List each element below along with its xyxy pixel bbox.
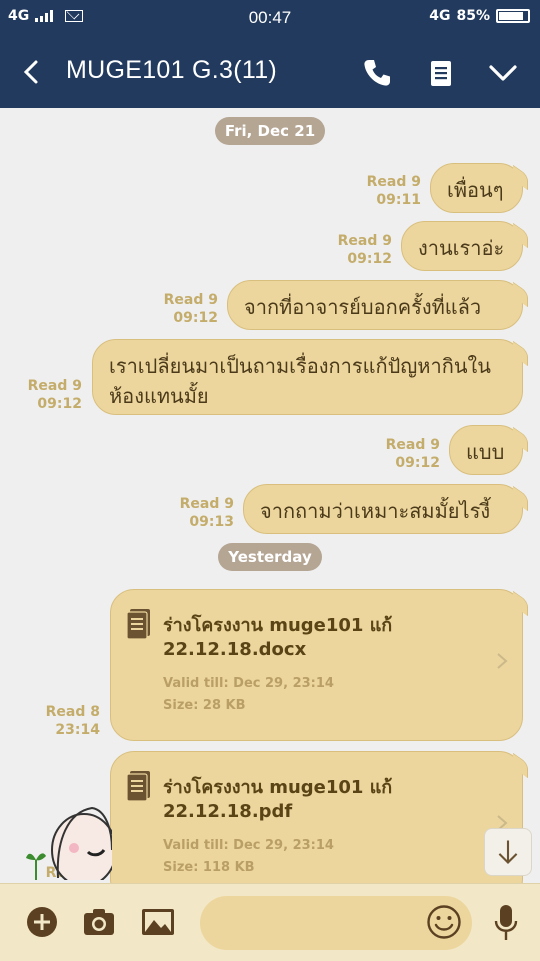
status-right: 4G 85% [429, 8, 530, 24]
message-bubble[interactable]: แบบ [449, 425, 523, 475]
message-time: 09:11 [376, 192, 421, 208]
arrow-down-icon [498, 840, 518, 865]
read-count: Read 9 [385, 437, 440, 453]
file-message[interactable]: ร่างโครงงาน muge101 แก้ 22.12.18.pdf Val… [110, 751, 523, 903]
message-text: จากถามว่าเหมาะสมมั้ยไรงี้ [260, 499, 491, 523]
read-count: Read 9 [179, 496, 234, 512]
message-bubble[interactable]: เราเปลี่ยนมาเป็นถามเรื่องการแก้ปัญหากินใ… [92, 339, 523, 415]
file-valid-till: Valid till: Dec 29, 23:14 [163, 838, 334, 853]
message-text: เราเปลี่ยนมาเป็นถามเรื่องการแก้ปัญหากินใ… [109, 354, 491, 408]
read-count: Read 9 [366, 174, 421, 190]
message-bubble[interactable]: เพื่อนๆ [430, 163, 523, 213]
battery-icon [496, 9, 530, 23]
notes-icon[interactable] [424, 56, 458, 90]
message-meta: Read 8 23:14 [38, 703, 100, 739]
emoji-icon[interactable] [426, 904, 462, 940]
message-text: งานเราอ่ะ [418, 236, 505, 260]
file-icon [127, 771, 150, 802]
file-icon [127, 609, 150, 640]
back-arrow-icon[interactable] [18, 58, 44, 86]
message-meta: Read 9 09:11 [360, 173, 421, 209]
network-type-right: 4G [429, 8, 451, 24]
chevron-down-icon[interactable] [486, 56, 520, 90]
message-bubble[interactable]: จากถามว่าเหมาะสมมั้ยไรงี้ [243, 484, 523, 534]
message-text: แบบ [466, 440, 505, 464]
message-bubble[interactable]: จากที่อาจารย์บอกครั้งที่แล้ว [227, 280, 523, 330]
chat-header: MUGE101 G.3(11) [0, 36, 540, 108]
read-count: Read 8 [45, 704, 100, 720]
file-name: ร่างโครงงาน muge101 แก้ 22.12.18.pdf [163, 777, 393, 822]
message-time: 09:12 [395, 455, 440, 471]
read-count: Read 9 [27, 378, 82, 394]
chevron-right-icon [497, 653, 508, 669]
message-time: 09:12 [37, 396, 82, 412]
message-meta: Read 9 09:12 [378, 436, 440, 472]
message-composer [0, 883, 540, 961]
mic-icon[interactable] [493, 904, 519, 942]
file-size: Size: 118 KB [163, 860, 255, 875]
camera-icon[interactable] [82, 906, 116, 938]
message-bubble[interactable]: งานเราอ่ะ [401, 221, 523, 271]
message-time: 23:14 [55, 722, 100, 738]
plus-icon[interactable] [26, 906, 58, 938]
message-meta: Read 9 09:12 [20, 377, 82, 413]
date-separator: Yesterday [0, 543, 540, 571]
scroll-to-bottom-button[interactable] [484, 828, 532, 876]
message-meta: Read 9 09:13 [172, 495, 234, 531]
message-time: 09:12 [347, 251, 392, 267]
file-message[interactable]: ร่างโครงงาน muge101 แก้ 22.12.18.docx Va… [110, 589, 523, 741]
date-separator: Fri, Dec 21 [0, 117, 540, 145]
file-size: Size: 28 KB [163, 698, 246, 713]
read-count: Read 9 [337, 233, 392, 249]
phone-icon[interactable] [360, 56, 394, 90]
image-icon[interactable] [141, 906, 175, 938]
message-text: เพื่อนๆ [447, 178, 504, 202]
message-time: 09:13 [189, 514, 234, 530]
battery-percent: 85% [456, 8, 490, 24]
sticker-image [26, 806, 112, 880]
battery-fill [499, 12, 523, 20]
message-time: 09:12 [173, 310, 218, 326]
message-meta: Read 9 09:12 [156, 291, 218, 327]
file-name: ร่างโครงงาน muge101 แก้ 22.12.18.docx [163, 615, 393, 660]
date-label: Yesterday [218, 543, 322, 571]
read-count: Read 9 [163, 292, 218, 308]
status-bar: 4G 00:47 4G 85% [0, 0, 540, 36]
chat-title: MUGE101 G.3(11) [66, 56, 278, 84]
message-text: จากที่อาจารย์บอกครั้งที่แล้ว [244, 295, 482, 319]
message-meta: Read 9 09:12 [330, 232, 392, 268]
file-valid-till: Valid till: Dec 29, 23:14 [163, 676, 334, 691]
date-label: Fri, Dec 21 [214, 117, 326, 145]
